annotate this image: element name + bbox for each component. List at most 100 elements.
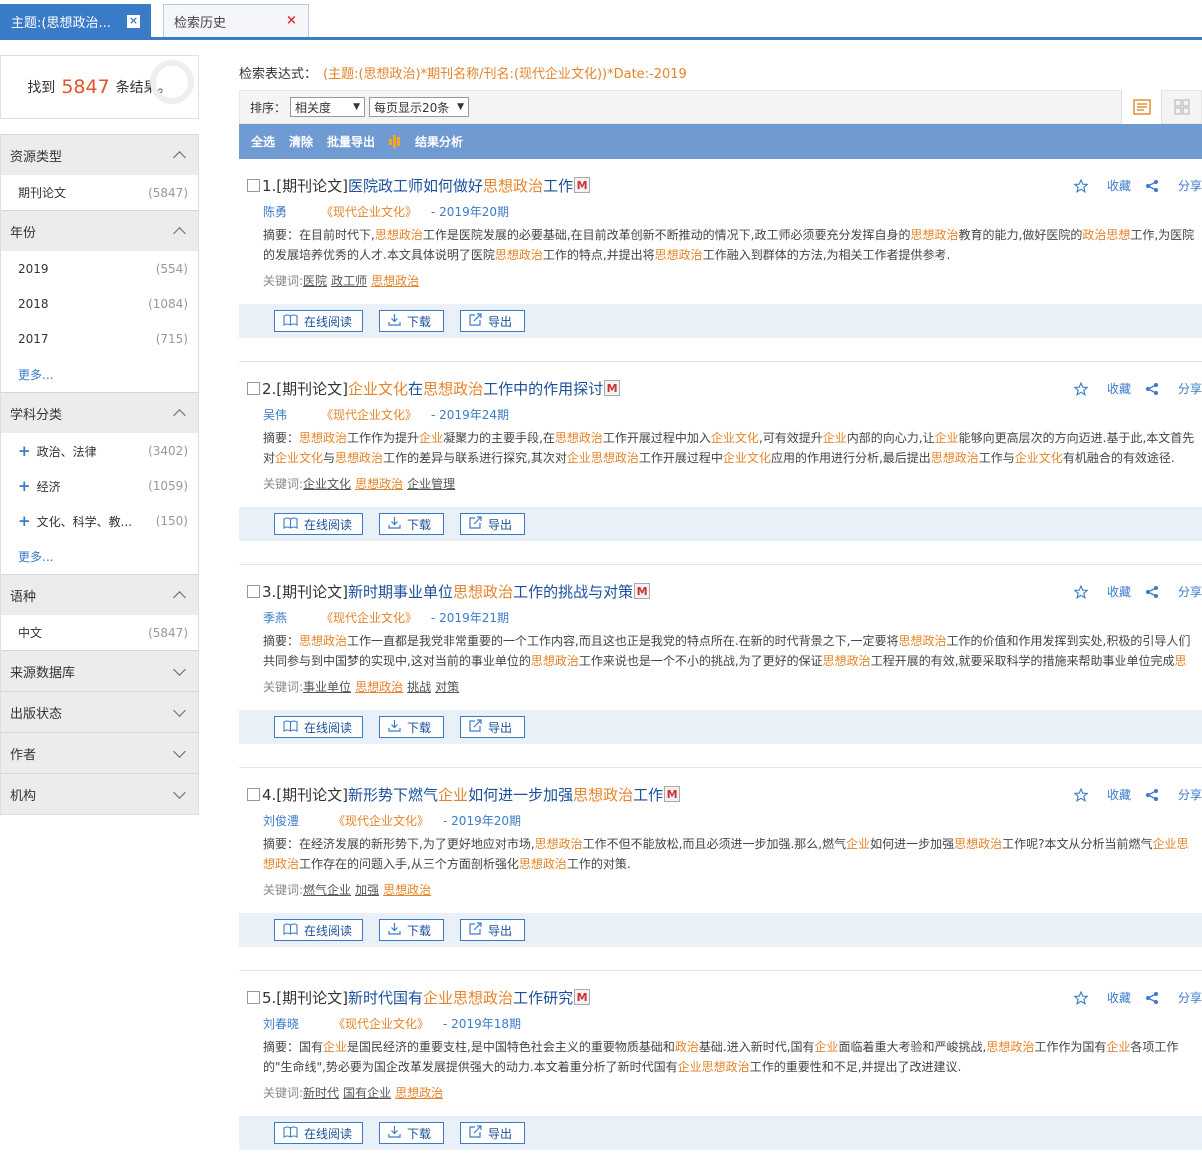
checkbox[interactable] [247, 787, 260, 801]
tab-search-history[interactable]: 检索历史 × [163, 4, 309, 37]
checkbox[interactable] [247, 178, 260, 192]
mendeley-icon[interactable]: M [604, 380, 621, 396]
keyword-link[interactable]: 医院 [303, 274, 327, 288]
keyword-link[interactable]: 思想政治 [355, 477, 403, 491]
list-view-button[interactable] [1121, 90, 1161, 124]
read-online-button[interactable]: 在线阅读 [274, 1122, 363, 1144]
batch-export-button[interactable]: 批量导出 [327, 133, 375, 150]
plus-icon[interactable]: + [18, 512, 31, 530]
facet-header[interactable]: 语种 [1, 574, 198, 615]
mendeley-icon[interactable]: M [574, 989, 591, 1005]
keyword-link[interactable]: 思想政治 [383, 883, 431, 897]
mendeley-icon[interactable]: M [634, 583, 651, 599]
keyword-link[interactable]: 燃气企业 [303, 883, 351, 897]
tab-search-topic[interactable]: 主题:(思想政治... × [0, 4, 151, 37]
facet-header[interactable]: 年份 [1, 210, 198, 251]
journal-link[interactable]: 《现代企业文化》 [333, 1015, 429, 1032]
mendeley-icon[interactable]: M [664, 786, 681, 802]
export-button[interactable]: 导出 [460, 310, 525, 332]
favorite-button[interactable]: 收藏 [1073, 583, 1131, 600]
facet-item[interactable]: 2018 (1084) [1, 286, 198, 321]
export-button[interactable]: 导出 [460, 513, 525, 535]
favorite-button[interactable]: 收藏 [1073, 786, 1131, 803]
author-link[interactable]: 刘春晓 [263, 1015, 299, 1032]
keyword-link[interactable]: 思想政治 [395, 1086, 443, 1100]
facet-header[interactable]: 资源类型 [1, 134, 198, 175]
share-button[interactable]: 分享 [1145, 177, 1202, 194]
author-link[interactable]: 吴伟 [263, 406, 287, 423]
checkbox[interactable] [247, 584, 260, 598]
facet-header[interactable]: 出版状态 [1, 691, 198, 732]
plus-icon[interactable]: + [18, 477, 31, 495]
result-title-link[interactable]: 医院政工师如何做好思想政治工作 [348, 175, 573, 196]
facet-title: 学科分类 [10, 407, 63, 423]
journal-link[interactable]: 《现代企业文化》 [321, 203, 417, 220]
facet-header[interactable]: 作者 [1, 732, 198, 773]
journal-link[interactable]: 《现代企业文化》 [321, 609, 417, 626]
author-link[interactable]: 陈勇 [263, 203, 287, 220]
result-title-link[interactable]: 企业文化在思想政治工作中的作用探讨 [348, 378, 603, 399]
select-all-button[interactable]: 全选 [251, 133, 275, 150]
download-button[interactable]: 下载 [379, 513, 444, 535]
grid-view-button[interactable] [1161, 90, 1201, 124]
author-link[interactable]: 季燕 [263, 609, 287, 626]
facet-item[interactable]: 2019 (554) [1, 251, 198, 286]
read-online-button[interactable]: 在线阅读 [274, 513, 363, 535]
keyword-link[interactable]: 事业单位 [303, 680, 351, 694]
journal-link[interactable]: 《现代企业文化》 [321, 406, 417, 423]
export-button[interactable]: 导出 [460, 1122, 525, 1144]
favorite-button[interactable]: 收藏 [1073, 177, 1131, 194]
mendeley-icon[interactable]: M [574, 177, 591, 193]
export-button[interactable]: 导出 [460, 716, 525, 738]
facet-item[interactable]: 期刊论文 (5847) [1, 175, 198, 210]
read-online-button[interactable]: 在线阅读 [274, 716, 363, 738]
result-analysis-button[interactable]: 结果分析 [389, 133, 477, 150]
result-title-link[interactable]: 新时代国有企业思想政治工作研究 [348, 987, 573, 1008]
download-button[interactable]: 下载 [379, 919, 444, 941]
author-link[interactable]: 刘俊澧 [263, 812, 299, 829]
share-button[interactable]: 分享 [1145, 583, 1202, 600]
keyword-link[interactable]: 思想政治 [355, 680, 403, 694]
facet-header[interactable]: 学科分类 [1, 392, 198, 433]
journal-link[interactable]: 《现代企业文化》 [333, 812, 429, 829]
keyword-link[interactable]: 思想政治 [371, 274, 419, 288]
keyword-link[interactable]: 政工师 [331, 274, 367, 288]
checkbox[interactable] [247, 381, 260, 395]
share-button[interactable]: 分享 [1145, 989, 1202, 1006]
export-button[interactable]: 导出 [460, 919, 525, 941]
per-page-select[interactable]: 每页显示20条 ▼ [369, 97, 470, 117]
facet-item[interactable]: 2017 (715) [1, 321, 198, 356]
download-button[interactable]: 下载 [379, 310, 444, 332]
share-button[interactable]: 分享 [1145, 380, 1202, 397]
checkbox[interactable] [247, 990, 260, 1004]
clear-button[interactable]: 清除 [289, 133, 313, 150]
plus-icon[interactable]: + [18, 442, 31, 460]
download-button[interactable]: 下载 [379, 1122, 444, 1144]
facet-item[interactable]: + 政治、法律 (3402) [1, 433, 198, 468]
facet-item[interactable]: + 文化、科学、教... (150) [1, 503, 198, 538]
keyword-link[interactable]: 对策 [435, 680, 459, 694]
favorite-button[interactable]: 收藏 [1073, 380, 1131, 397]
download-button[interactable]: 下载 [379, 716, 444, 738]
keyword-link[interactable]: 新时代 [303, 1086, 339, 1100]
facet-header[interactable]: 机构 [1, 773, 198, 814]
facet-item[interactable]: 中文 (5847) [1, 615, 198, 650]
facet-more-link[interactable]: 更多... [1, 356, 198, 392]
keyword-link[interactable]: 企业文化 [303, 477, 351, 491]
keyword-link[interactable]: 挑战 [407, 680, 431, 694]
facet-more-link[interactable]: 更多... [1, 538, 198, 574]
keyword-link[interactable]: 加强 [355, 883, 379, 897]
close-icon[interactable]: × [127, 14, 140, 28]
result-title-link[interactable]: 新时期事业单位思想政治工作的挑战与对策 [348, 581, 633, 602]
result-title-link[interactable]: 新形势下燃气企业如何进一步加强思想政治工作 [348, 784, 663, 805]
keyword-link[interactable]: 企业管理 [407, 477, 455, 491]
close-icon[interactable]: × [285, 14, 298, 28]
read-online-button[interactable]: 在线阅读 [274, 310, 363, 332]
share-button[interactable]: 分享 [1145, 786, 1202, 803]
keyword-link[interactable]: 国有企业 [343, 1086, 391, 1100]
facet-header[interactable]: 来源数据库 [1, 650, 198, 691]
facet-item[interactable]: + 经济 (1059) [1, 468, 198, 503]
sort-select[interactable]: 相关度 ▼ [290, 97, 366, 117]
read-online-button[interactable]: 在线阅读 [274, 919, 363, 941]
favorite-button[interactable]: 收藏 [1073, 989, 1131, 1006]
